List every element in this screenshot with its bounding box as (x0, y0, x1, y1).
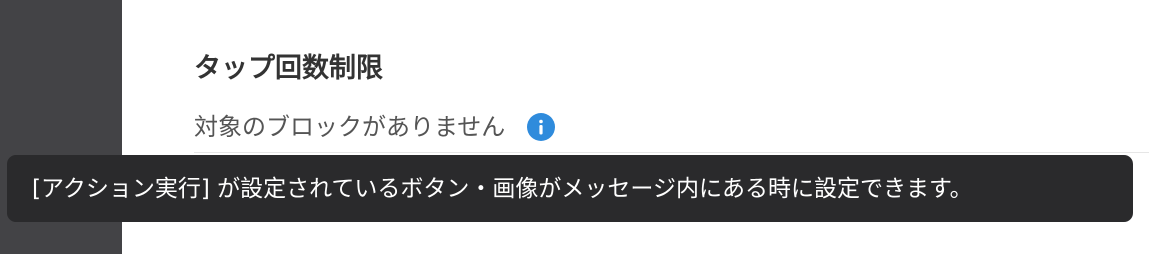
divider (194, 152, 1149, 153)
tap-limit-title: タップ回数制限 (194, 53, 383, 84)
tap-limit-status-row: 対象のブロックがありません (194, 111, 556, 143)
info-icon[interactable] (527, 113, 556, 141)
info-glyph-icon (539, 119, 544, 135)
no-target-blocks-text: 対象のブロックがありません (194, 113, 506, 141)
info-tooltip: [アクション実行] が設定されているボタン・画像がメッセージ内にある時に設定でき… (7, 155, 1133, 222)
tooltip-text: [アクション実行] が設定されているボタン・画像がメッセージ内にある時に設定でき… (32, 175, 973, 202)
